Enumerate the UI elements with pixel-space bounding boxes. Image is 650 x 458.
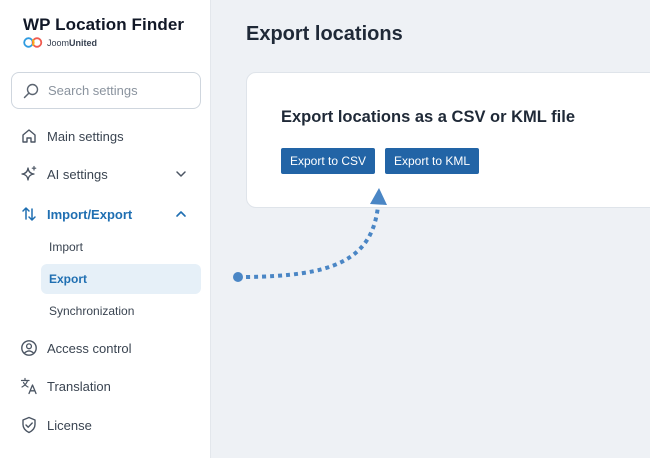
export-csv-button[interactable]: Export to CSV (281, 148, 376, 174)
translate-icon (20, 377, 38, 395)
sidebar-subitem-label: Import (49, 240, 84, 254)
sidebar-item-import-export[interactable]: Import/Export (20, 202, 200, 226)
sidebar-subitem-label: Synchronization (49, 304, 135, 318)
sidebar-item-ai-settings[interactable]: AI settings (20, 162, 200, 186)
sidebar-item-translation[interactable]: Translation (20, 374, 200, 398)
sidebar-subitem-import[interactable]: Import (41, 232, 201, 262)
search-icon (23, 83, 39, 98)
arrow-path (245, 205, 380, 279)
card-heading: Export locations as a CSV or KML file (281, 108, 576, 126)
sidebar-item-label: License (47, 417, 92, 433)
user-circle-icon (20, 339, 38, 357)
chevron-down-icon[interactable] (175, 168, 187, 180)
sidebar-item-label: Import/Export (47, 206, 133, 222)
sparkle-icon (20, 165, 38, 183)
sidebar-item-label: Main settings (47, 128, 124, 144)
sidebar: WP Location Finder JoomUnited Main setti… (0, 0, 211, 458)
sidebar-item-label: AI settings (47, 166, 108, 182)
sidebar-item-label: Translation (47, 378, 111, 394)
arrow-start-dot (233, 272, 243, 282)
sidebar-item-main-settings[interactable]: Main settings (20, 124, 200, 148)
home-icon (20, 127, 38, 145)
sidebar-item-label: Access control (47, 340, 132, 356)
sidebar-item-access-control[interactable]: Access control (20, 336, 200, 360)
import-export-icon (20, 205, 38, 223)
export-kml-button[interactable]: Export to KML (385, 148, 480, 174)
search-box[interactable] (11, 72, 201, 109)
chevron-up-icon[interactable] (175, 208, 187, 220)
page-title: Export locations (246, 23, 403, 45)
app-title: WP Location Finder (23, 15, 185, 34)
sidebar-subitem-export[interactable]: Export (41, 264, 201, 294)
company-logo: JoomUnited (23, 37, 97, 48)
company-name: JoomUnited (47, 37, 98, 48)
sidebar-subitem-synchronization[interactable]: Synchronization (41, 296, 201, 326)
sidebar-subitem-label: Export (49, 272, 88, 286)
sidebar-item-license[interactable]: License (20, 413, 200, 437)
shield-check-icon (20, 416, 38, 434)
search-input[interactable] (48, 83, 188, 98)
joomunited-logo-icon (23, 37, 43, 48)
export-card: Export locations as a CSV or KML file Ex… (246, 72, 650, 208)
